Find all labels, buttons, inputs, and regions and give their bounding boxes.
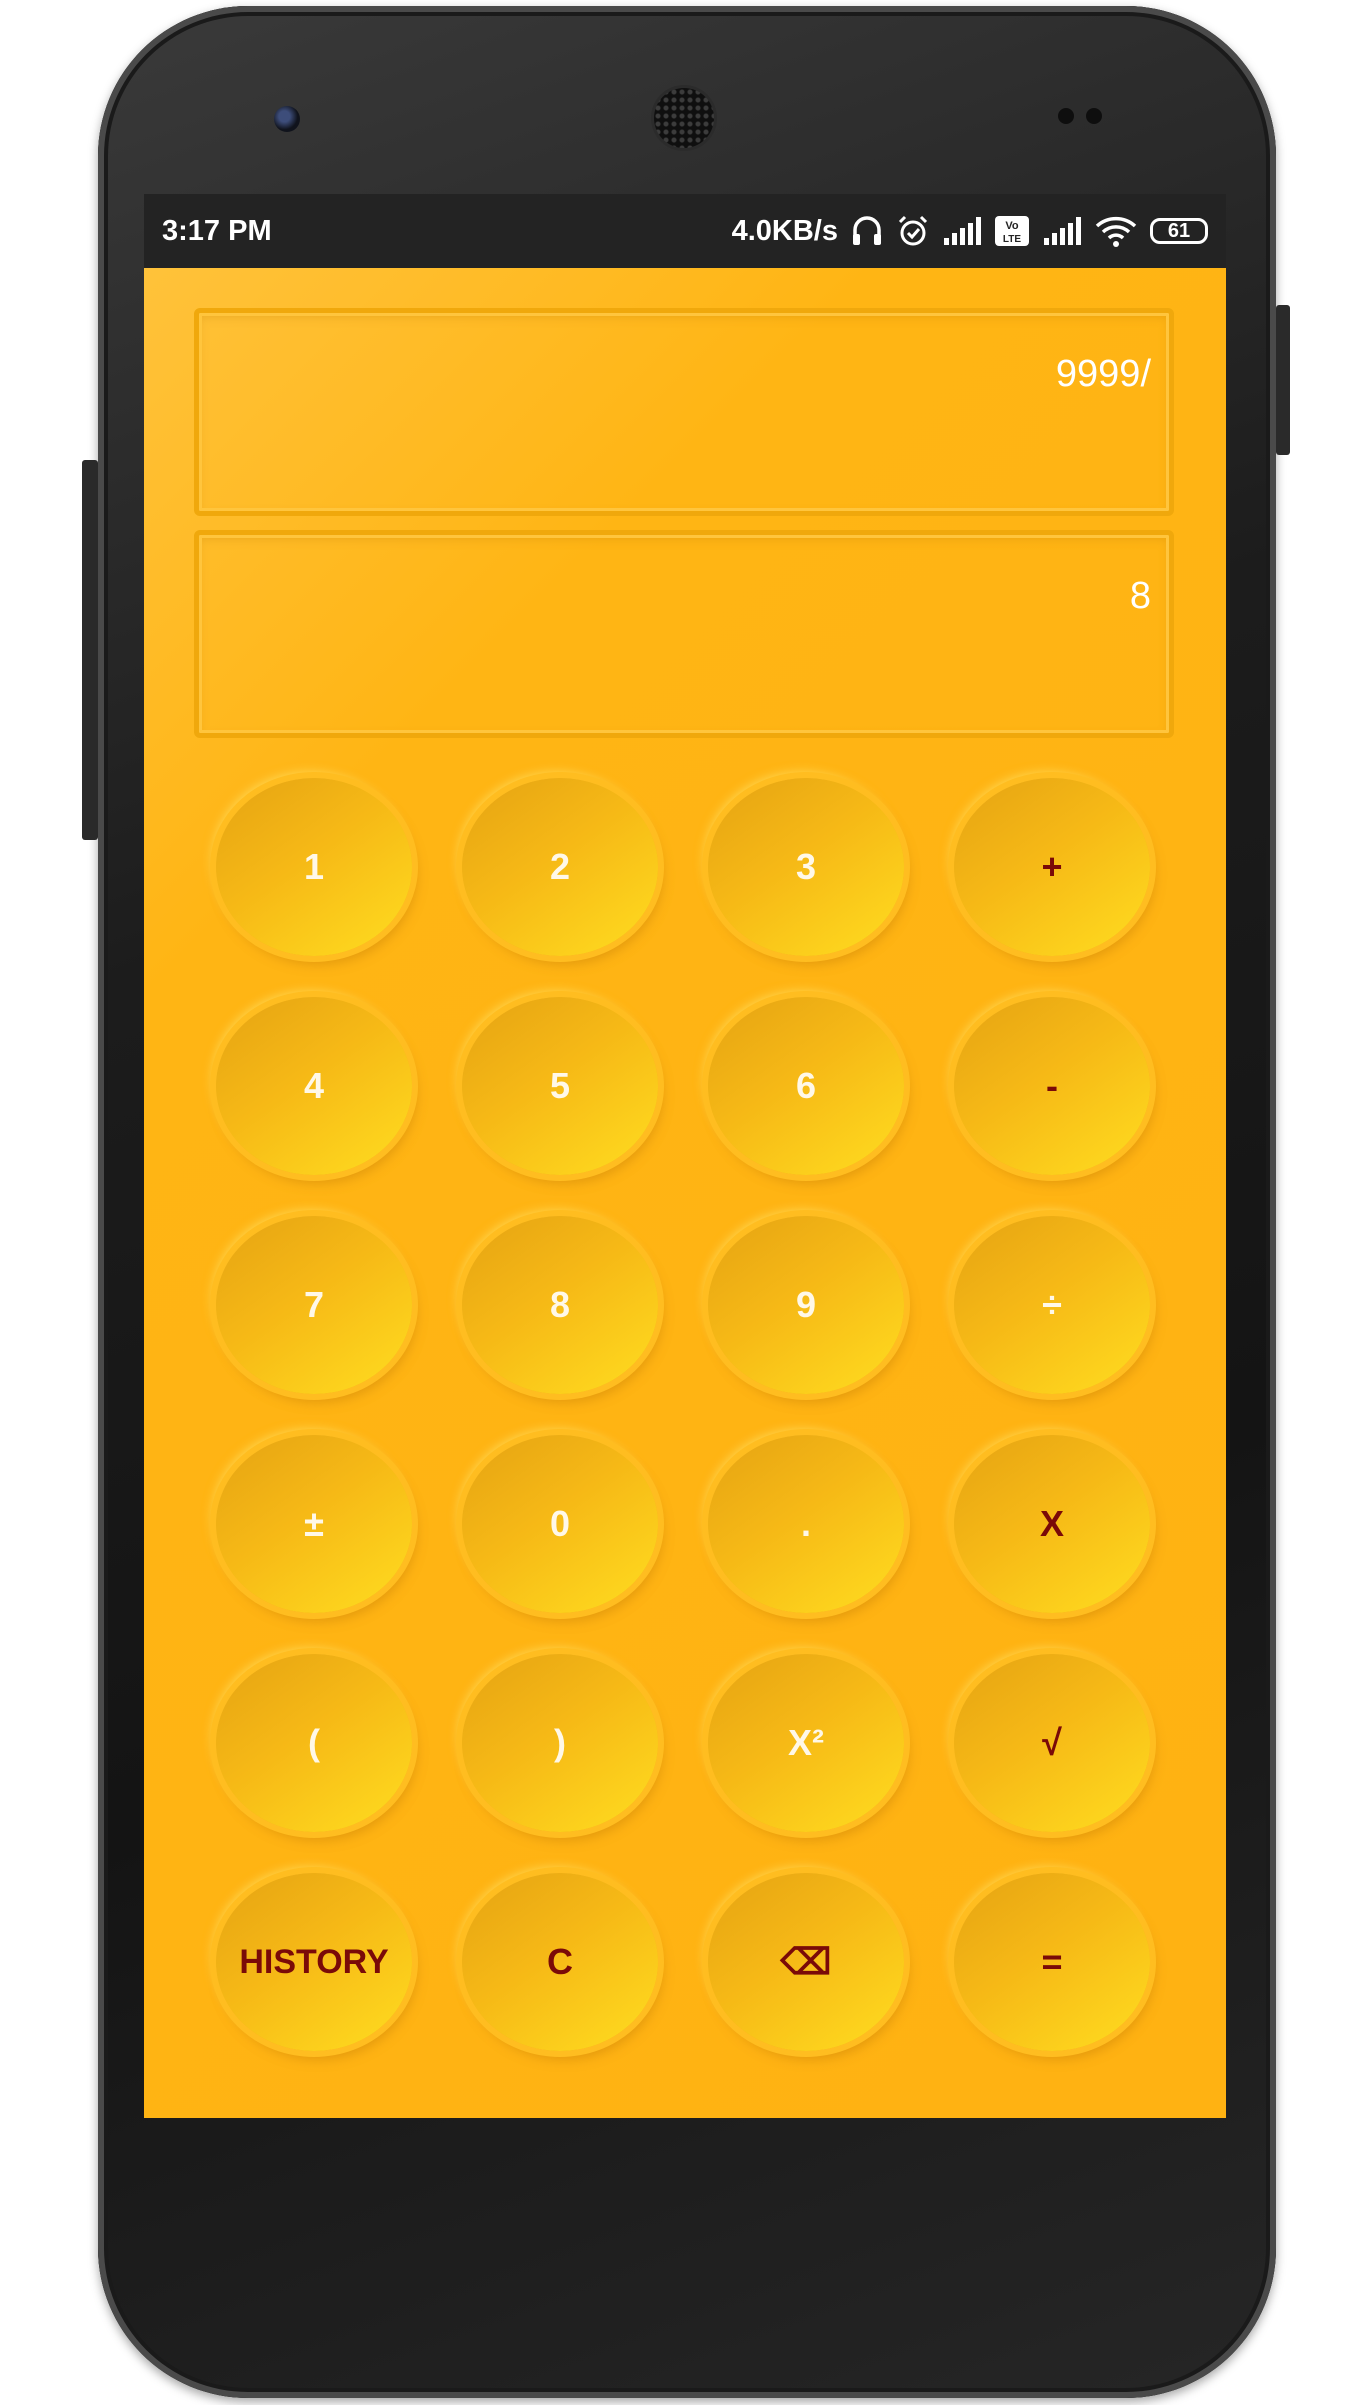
key-1[interactable]: 1 — [216, 778, 412, 956]
key-9[interactable]: 9 — [708, 1216, 904, 1394]
key-left-paren[interactable]: ( — [216, 1654, 412, 1832]
key-6[interactable]: 6 — [708, 997, 904, 1175]
key-2[interactable]: 2 — [462, 778, 658, 956]
earpiece-speaker — [654, 88, 714, 148]
keypad: 1 2 3 + 4 5 6 - 7 8 9 ÷ ± 0 . X ( ) X² √… — [144, 194, 1226, 2118]
key-plus[interactable]: + — [954, 778, 1150, 956]
front-camera-icon — [274, 106, 300, 132]
volume-button — [82, 460, 98, 840]
key-sqrt[interactable]: √ — [954, 1654, 1150, 1832]
key-plus-minus[interactable]: ± — [216, 1435, 412, 1613]
equals-button[interactable]: = — [954, 1873, 1150, 2051]
clear-button[interactable]: C — [462, 1873, 658, 2051]
key-multiply[interactable]: X — [954, 1435, 1150, 1613]
key-3[interactable]: 3 — [708, 778, 904, 956]
key-minus[interactable]: - — [954, 997, 1150, 1175]
screen: 3:17 PM 4.0KB/s Vo LTE 61 9999/ 8 1 2 3 … — [144, 194, 1226, 2118]
key-0[interactable]: 0 — [462, 1435, 658, 1613]
power-button — [1276, 305, 1290, 455]
key-8[interactable]: 8 — [462, 1216, 658, 1394]
backspace-icon: ⌫ — [780, 1941, 832, 1982]
backspace-button[interactable]: ⌫ — [708, 1873, 904, 2051]
key-decimal[interactable]: . — [708, 1435, 904, 1613]
proximity-sensor — [1058, 108, 1074, 124]
light-sensor — [1086, 108, 1102, 124]
history-button[interactable]: HISTORY — [216, 1873, 412, 2051]
key-divide[interactable]: ÷ — [954, 1216, 1150, 1394]
key-5[interactable]: 5 — [462, 997, 658, 1175]
key-right-paren[interactable]: ) — [462, 1654, 658, 1832]
key-4[interactable]: 4 — [216, 997, 412, 1175]
key-7[interactable]: 7 — [216, 1216, 412, 1394]
key-square[interactable]: X² — [708, 1654, 904, 1832]
